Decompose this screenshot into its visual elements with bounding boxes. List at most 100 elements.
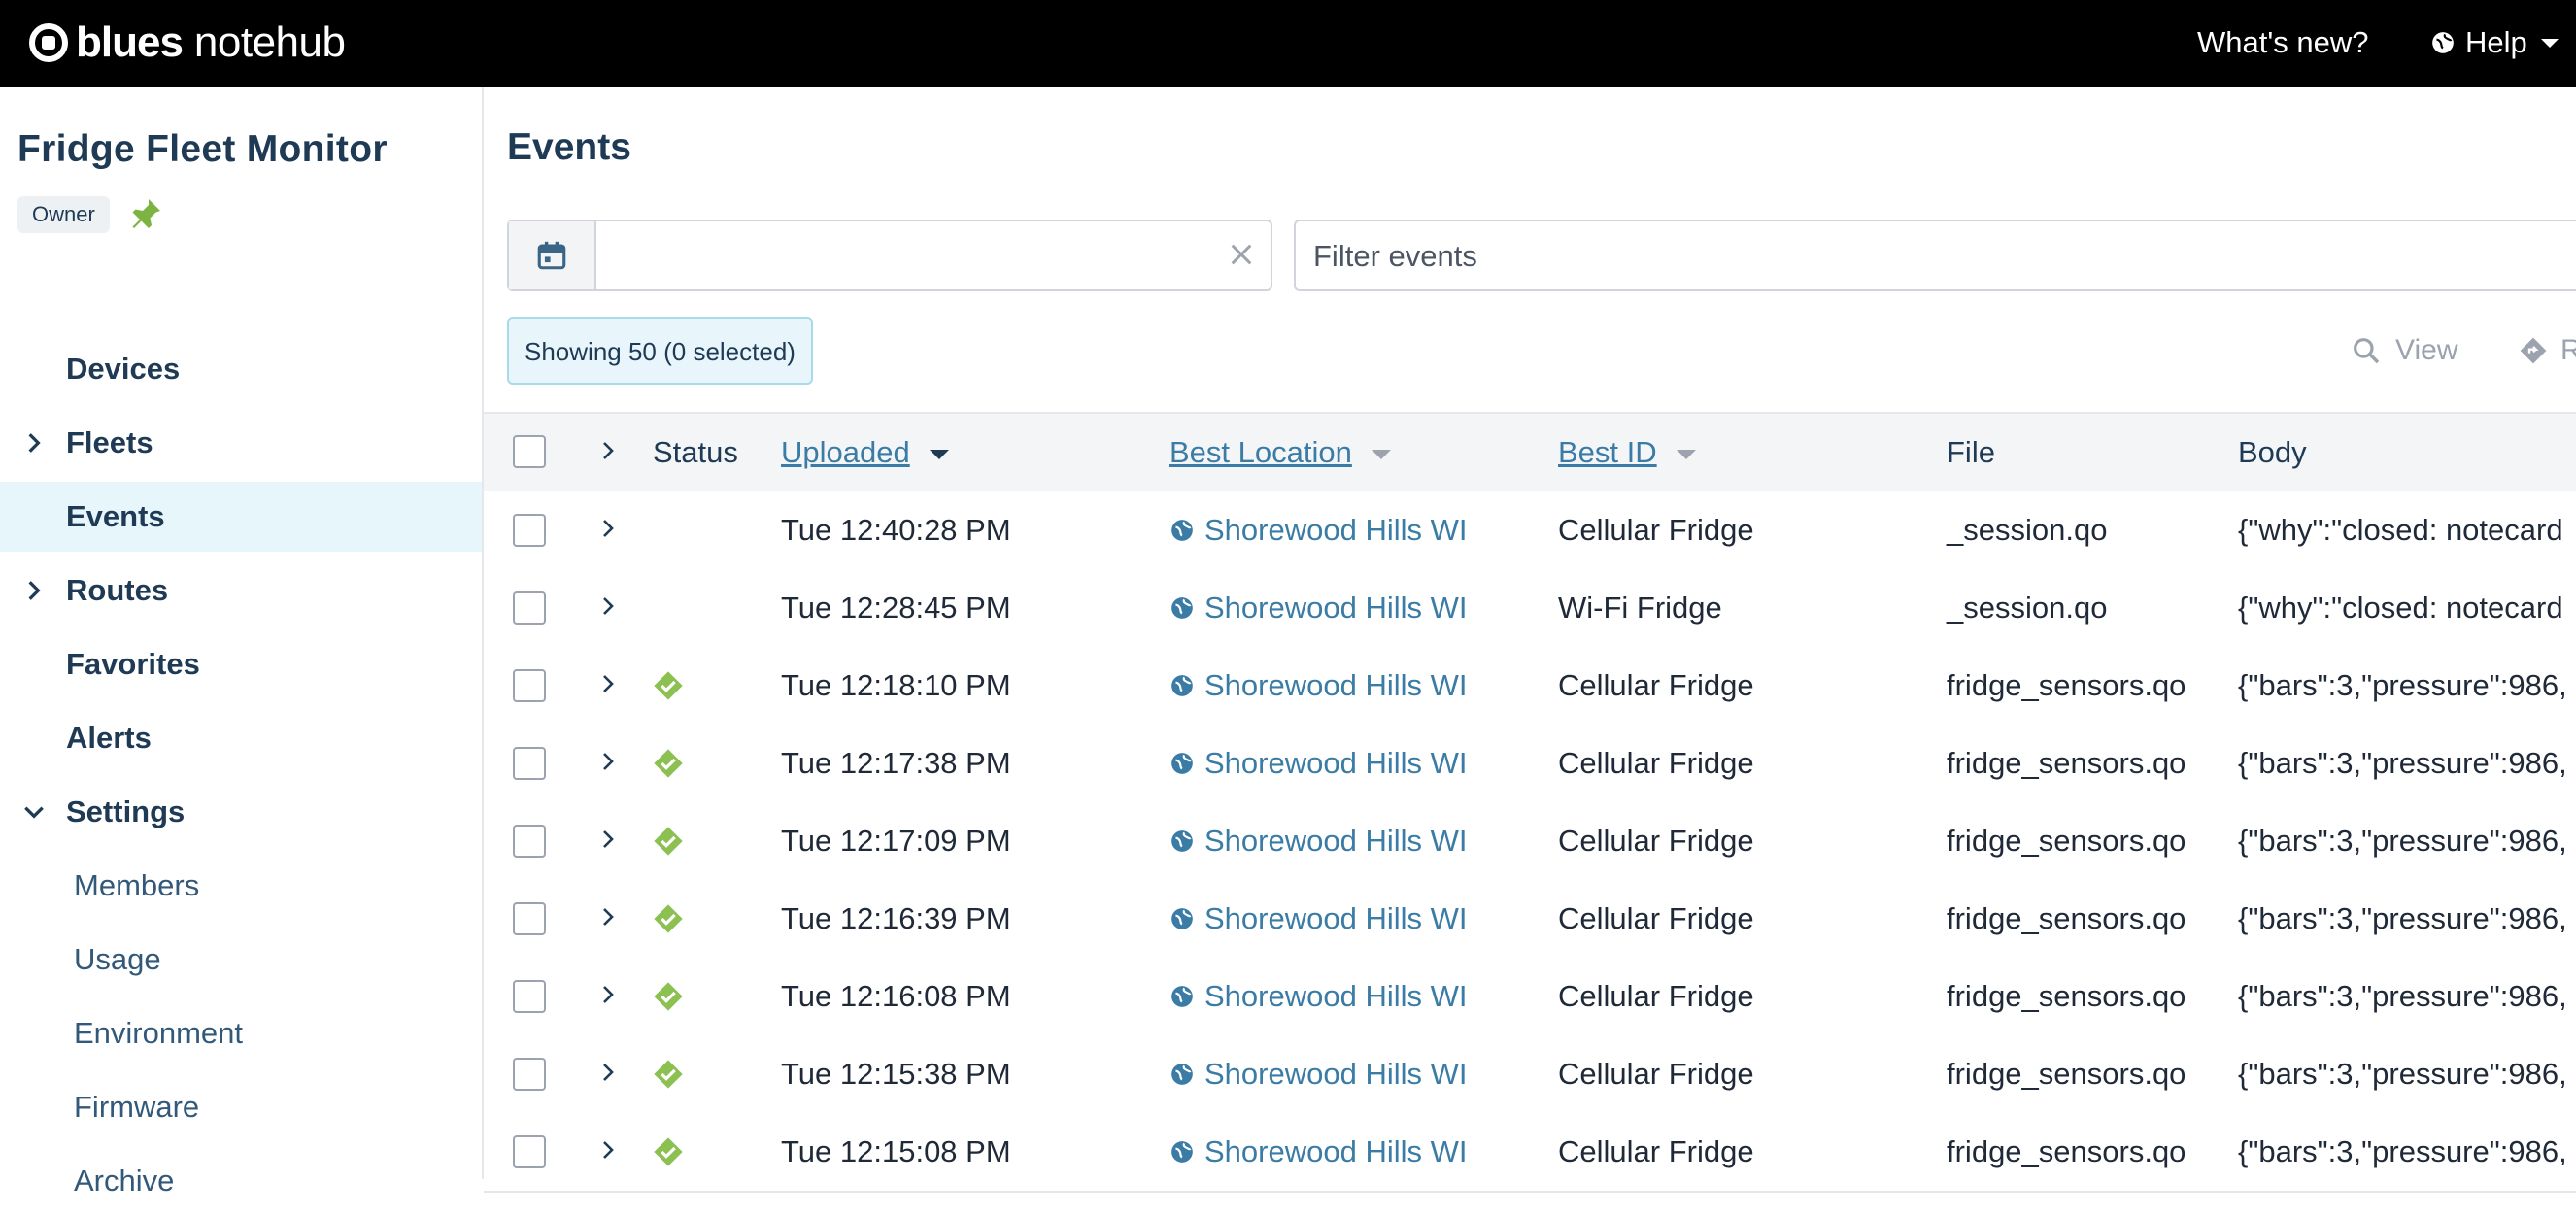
table-row[interactable]: Tue 12:17:09 PM Shorewood Hills WI Cellula… [484, 802, 2576, 882]
whats-new-link[interactable]: What's new? [2197, 17, 2369, 68]
column-header-file: File [1947, 435, 1995, 469]
location-link[interactable]: Shorewood Hills WI [1204, 802, 1467, 880]
close-icon[interactable] [1226, 239, 1257, 270]
date-range-picker[interactable] [507, 220, 1272, 291]
location-link[interactable]: Shorewood Hills WI [1204, 880, 1467, 958]
table-row[interactable]: Tue 12:28:45 PM Shorewood Hills WI Wi-Fi F… [484, 569, 2576, 649]
table-row[interactable]: Tue 12:40:28 PM Shorewood Hills WI Cellula… [484, 491, 2576, 571]
chevron-right-icon[interactable] [596, 828, 620, 851]
cell-uploaded: Tue 12:17:09 PM [781, 824, 1011, 858]
chevron-right-icon[interactable] [596, 517, 620, 540]
row-checkbox[interactable] [513, 514, 546, 547]
cell-uploaded: Tue 12:16:08 PM [781, 979, 1011, 1013]
row-checkbox[interactable] [513, 747, 546, 780]
cell-best-location[interactable]: Shorewood Hills WI [1169, 958, 1467, 1035]
sidebar-item-alerts[interactable]: Alerts [0, 703, 482, 773]
table-row[interactable]: Tue 12:16:08 PM Shorewood Hills WI Cellula… [484, 958, 2576, 1037]
cell-body: {"bars":3,"pressure":986, [2238, 824, 2567, 858]
table-row[interactable]: Tue 12:15:38 PM Shorewood Hills WI Cellula… [484, 1035, 2576, 1115]
view-button[interactable]: View [2351, 326, 2457, 375]
row-checkbox[interactable] [513, 825, 546, 858]
table-header: Status Uploaded Best Location Best ID Fi… [484, 412, 2576, 494]
location-link[interactable]: Shorewood Hills WI [1204, 958, 1467, 1035]
chevron-right-icon[interactable] [596, 672, 620, 695]
chevron-right-icon[interactable] [596, 750, 620, 773]
cell-best-location[interactable]: Shorewood Hills WI [1169, 1113, 1467, 1191]
select-all-checkbox[interactable] [513, 435, 546, 468]
sidebar-item-favorites[interactable]: Favorites [0, 629, 482, 699]
status-ok-icon [654, 1060, 683, 1089]
sidebar-subitem-usage[interactable]: Usage [0, 925, 482, 995]
column-header-best-id[interactable]: Best ID [1558, 414, 1696, 491]
location-link[interactable]: Shorewood Hills WI [1204, 1035, 1467, 1113]
sidebar-item-settings[interactable]: Settings [0, 777, 482, 847]
row-checkbox[interactable] [513, 1135, 546, 1168]
sidebar-subitem-label: Archive [74, 1164, 175, 1198]
chevron-right-icon[interactable] [596, 594, 620, 618]
sidebar-subitem-archive[interactable]: Archive [0, 1146, 482, 1216]
cell-best-location[interactable]: Shorewood Hills WI [1169, 725, 1467, 802]
table-row[interactable]: Tue 12:15:08 PM Shorewood Hills WI Cellula… [484, 1113, 2576, 1193]
cell-best-id: Cellular Fridge [1558, 901, 1754, 935]
chevron-right-icon[interactable] [596, 1138, 620, 1162]
location-link[interactable]: Shorewood Hills WI [1204, 491, 1467, 569]
cell-best-location[interactable]: Shorewood Hills WI [1169, 1035, 1467, 1113]
globe-icon [1171, 753, 1193, 774]
chevron-right-icon[interactable] [21, 578, 47, 603]
cell-best-location[interactable]: Shorewood Hills WI [1169, 802, 1467, 880]
chevron-down-icon[interactable] [21, 799, 47, 825]
sidebar-subitem-environment[interactable]: Environment [0, 998, 482, 1068]
sidebar-item-events[interactable]: Events [0, 482, 482, 552]
cell-best-location[interactable]: Shorewood Hills WI [1169, 647, 1467, 725]
calendar-button[interactable] [509, 221, 596, 289]
logo-text-bold: blues [76, 18, 184, 66]
cell-best-location[interactable]: Shorewood Hills WI [1169, 491, 1467, 569]
project-title: Fridge Fleet Monitor [17, 128, 388, 170]
cell-best-id: Cellular Fridge [1558, 1057, 1754, 1091]
sidebar-item-devices[interactable]: Devices [0, 334, 482, 404]
location-link[interactable]: Shorewood Hills WI [1204, 725, 1467, 802]
sidebar-item-label: Favorites [66, 647, 200, 681]
chevron-right-icon[interactable] [596, 439, 620, 462]
cell-body: {"bars":3,"pressure":986, [2238, 668, 2567, 702]
location-link[interactable]: Shorewood Hills WI [1204, 647, 1467, 725]
row-checkbox[interactable] [513, 1058, 546, 1091]
filter-events-field[interactable] [1294, 220, 2576, 291]
cell-best-location[interactable]: Shorewood Hills WI [1169, 569, 1467, 647]
globe-icon [1171, 830, 1193, 852]
location-link[interactable]: Shorewood Hills WI [1204, 569, 1467, 647]
table-row[interactable]: Tue 12:17:38 PM Shorewood Hills WI Cellula… [484, 725, 2576, 804]
row-checkbox[interactable] [513, 902, 546, 935]
main-content: Events Showing 50 (0 selected) View R St… [484, 87, 2576, 1193]
location-link[interactable]: Shorewood Hills WI [1204, 1113, 1467, 1191]
row-checkbox[interactable] [513, 669, 546, 702]
table-row[interactable]: Tue 12:18:10 PM Shorewood Hills WI Cellula… [484, 647, 2576, 726]
chevron-right-icon[interactable] [596, 1061, 620, 1084]
help-menu[interactable]: Help [2430, 17, 2559, 68]
sidebar-item-fleets[interactable]: Fleets [0, 408, 482, 478]
sidebar-subitem-members[interactable]: Members [0, 851, 482, 921]
status-ok-icon [654, 1137, 683, 1166]
table-row[interactable]: Tue 12:16:39 PM Shorewood Hills WI Cellula… [484, 880, 2576, 960]
sidebar-subitem-firmware[interactable]: Firmware [0, 1072, 482, 1142]
chevron-right-icon[interactable] [596, 983, 620, 1006]
filter-events-input[interactable] [1311, 237, 2481, 276]
cell-best-id: Cellular Fridge [1558, 513, 1754, 547]
cell-body: {"why":"closed: notecard [2238, 513, 2563, 547]
blues-notehub-logo[interactable]: blues notehub [29, 17, 346, 68]
chevron-right-icon[interactable] [596, 905, 620, 929]
whats-new-label: What's new? [2197, 25, 2369, 59]
cell-uploaded: Tue 12:15:38 PM [781, 1057, 1011, 1091]
pin-icon[interactable] [128, 196, 163, 231]
row-checkbox[interactable] [513, 980, 546, 1013]
route-button[interactable]: R [2518, 326, 2576, 375]
globe-icon [1171, 520, 1193, 541]
sidebar-item-routes[interactable]: Routes [0, 556, 482, 625]
cell-uploaded: Tue 12:15:08 PM [781, 1134, 1011, 1168]
column-header-uploaded[interactable]: Uploaded [781, 414, 949, 491]
cell-best-location[interactable]: Shorewood Hills WI [1169, 880, 1467, 958]
column-header-best-location[interactable]: Best Location [1169, 414, 1391, 491]
chevron-right-icon[interactable] [21, 430, 47, 456]
row-checkbox[interactable] [513, 591, 546, 625]
route-icon [2520, 337, 2547, 364]
